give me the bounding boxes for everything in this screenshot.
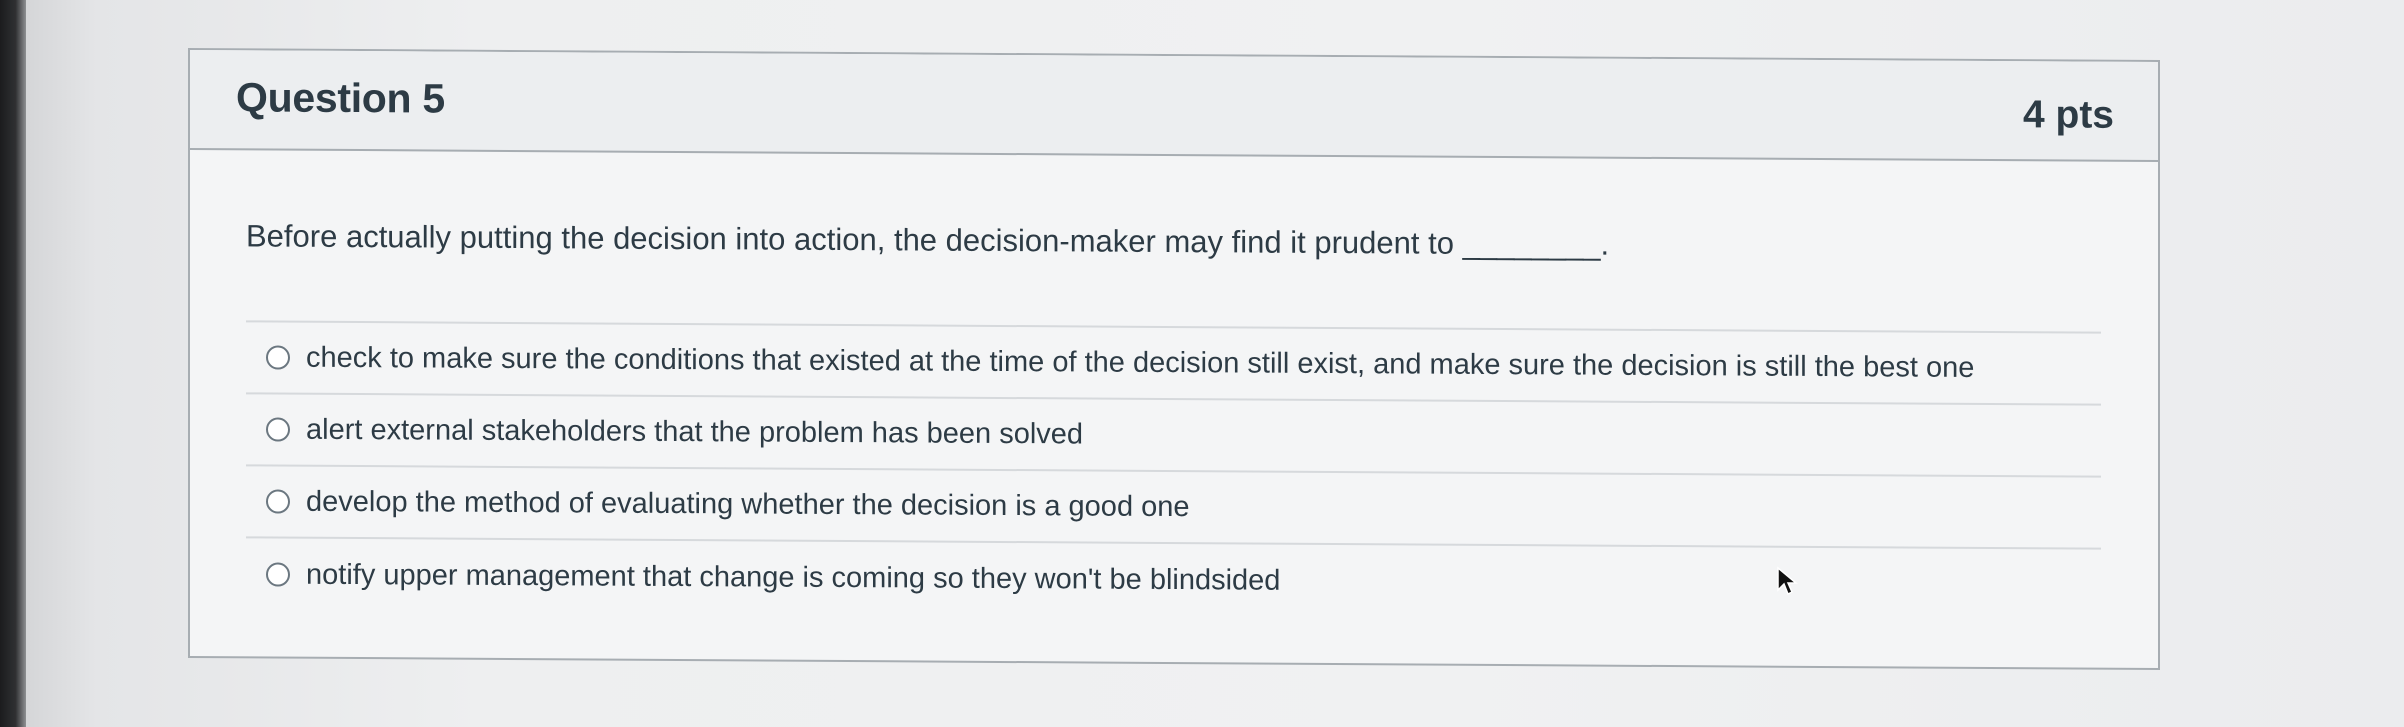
question-card: Question 5 4 pts Before actually putting… [188,48,2160,671]
monitor-bezel [0,0,26,727]
answer-option-2[interactable]: alert external stakeholders that the pro… [246,394,2101,478]
answer-label[interactable]: alert external stakeholders that the pro… [306,413,1083,451]
answer-option-1[interactable]: check to make sure the conditions that e… [246,322,2101,406]
question-text: Before actually putting the decision int… [246,218,1610,262]
radio-button-icon[interactable] [266,489,290,514]
answer-label[interactable]: notify upper management that change is c… [306,558,1280,597]
radio-button-icon[interactable] [266,345,290,370]
answer-option-4[interactable]: notify upper management that change is c… [246,538,2101,621]
radio-button-icon[interactable] [266,417,290,442]
answer-label[interactable]: check to make sure the conditions that e… [306,341,1974,384]
question-points: 4 pts [2022,93,2114,137]
answer-label[interactable]: develop the method of evaluating whether… [306,485,1190,523]
question-title: Question 5 [236,74,445,122]
radio-button-icon[interactable] [266,562,290,587]
answer-list: check to make sure the conditions that e… [246,322,2101,621]
mouse-pointer-icon [1777,566,1798,596]
answer-option-3[interactable]: develop the method of evaluating whether… [246,466,2101,550]
question-header: Question 5 4 pts [190,50,2158,163]
